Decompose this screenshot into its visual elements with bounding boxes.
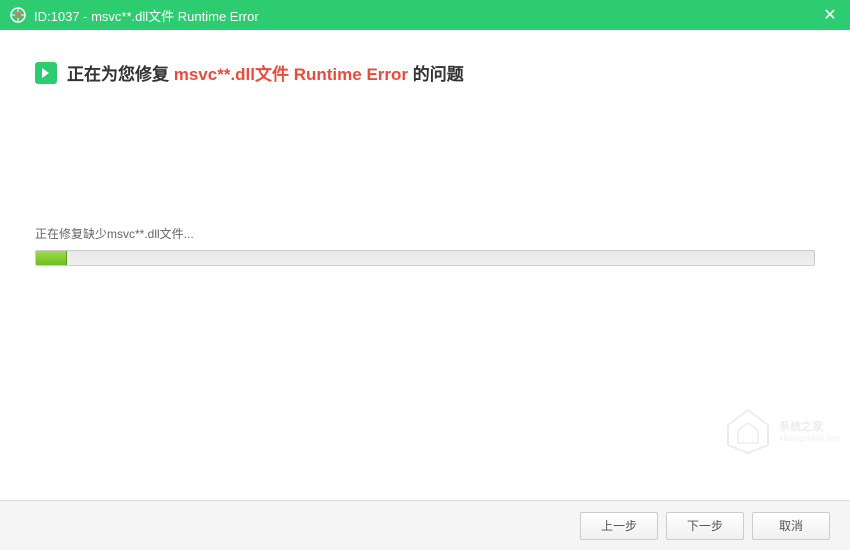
next-button[interactable]: 下一步 bbox=[666, 512, 744, 540]
cancel-button[interactable]: 取消 bbox=[752, 512, 830, 540]
watermark-name: 系统之家 bbox=[779, 418, 840, 434]
prev-button[interactable]: 上一步 bbox=[580, 512, 658, 540]
watermark-sub: xitongzhijia.net bbox=[779, 434, 840, 443]
close-icon[interactable]: ✕ bbox=[820, 5, 840, 25]
app-icon bbox=[10, 7, 26, 23]
page-title: 正在为您修复 msvc**.dll文件 Runtime Error 的问题 bbox=[67, 60, 464, 85]
watermark-logo-icon bbox=[723, 405, 773, 455]
progress-section: 正在修复缺少msvc**.dll文件... bbox=[35, 225, 815, 266]
heading-prefix: 正在为您修复 bbox=[67, 65, 174, 84]
content-area: 正在为您修复 msvc**.dll文件 Runtime Error 的问题 正在… bbox=[0, 30, 850, 500]
footer: 上一步 下一步 取消 bbox=[0, 500, 850, 550]
window-title: ID:1037 - msvc**.dll文件 Runtime Error bbox=[34, 6, 259, 25]
progress-fill bbox=[36, 251, 67, 265]
heading-row: 正在为您修复 msvc**.dll文件 Runtime Error 的问题 bbox=[35, 60, 815, 85]
progress-bar bbox=[35, 250, 815, 266]
heading-suffix: 的问题 bbox=[408, 65, 464, 84]
app-window: ID:1037 - msvc**.dll文件 Runtime Error ✕ 正… bbox=[0, 0, 850, 550]
heading-highlight: msvc**.dll文件 Runtime Error bbox=[174, 65, 408, 84]
titlebar[interactable]: ID:1037 - msvc**.dll文件 Runtime Error ✕ bbox=[0, 0, 850, 30]
progress-label: 正在修复缺少msvc**.dll文件... bbox=[35, 225, 815, 242]
watermark: 系统之家 xitongzhijia.net bbox=[723, 405, 840, 455]
arrow-right-icon bbox=[35, 62, 57, 84]
